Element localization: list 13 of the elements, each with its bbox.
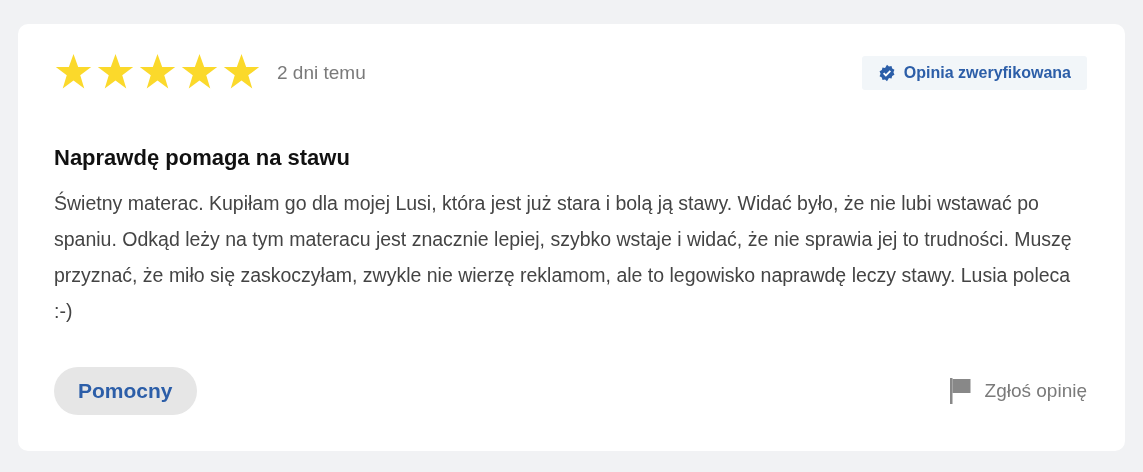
star-icon bbox=[222, 54, 261, 91]
flag-icon bbox=[948, 378, 973, 404]
verified-badge: Opinia zweryfikowana bbox=[861, 55, 1087, 90]
star-icon bbox=[54, 54, 93, 91]
verified-check-icon bbox=[877, 63, 896, 82]
review-date: 2 dni temu bbox=[277, 61, 366, 84]
review-title: Naprawdę pomaga na stawu bbox=[54, 145, 351, 171]
star-icon bbox=[138, 54, 177, 91]
star-icon bbox=[96, 54, 135, 91]
helpful-button[interactable]: Pomocny bbox=[54, 367, 197, 415]
star-icon bbox=[180, 54, 219, 91]
report-link[interactable]: Zgłoś opinię bbox=[948, 378, 1087, 404]
review-text: Świetny materac. Kupiłam go dla mojej Lusi, która jest już stara i bolą ją stawy. Widać było, że nie lubi wstawać po spaniu. Odkąd leży na tym materacu jest znacznie lepiej, szybko wstaje i widać, że nie sprawia jej to trudności. Muszę przyznać, że miło się zaskoczyłam, zwykle nie wierzę reklamom, ale to legowisko naprawdę leczy stawy. Lusia poleca :-) bbox=[54, 190, 1073, 324]
